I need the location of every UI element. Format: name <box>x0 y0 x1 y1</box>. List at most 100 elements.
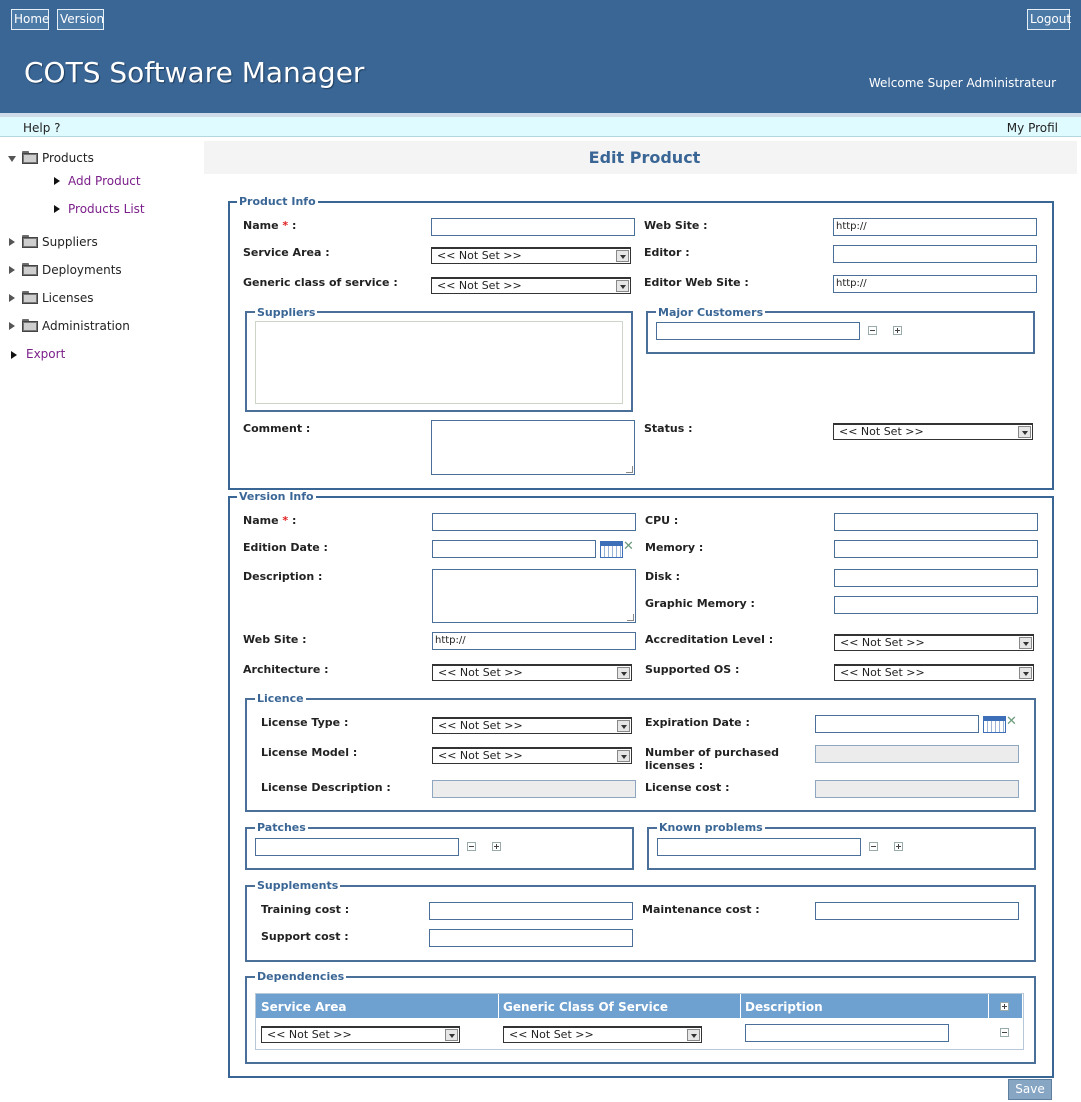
graphic-memory-input[interactable] <box>834 596 1038 614</box>
editor-label: Editor : <box>644 246 690 259</box>
folder-icon <box>22 291 38 304</box>
graphic-memory-label: Graphic Memory : <box>645 597 755 610</box>
maintenance-cost-label: Maintenance cost : <box>642 903 760 916</box>
product-name-input[interactable] <box>431 218 635 236</box>
chevron-down-icon <box>616 250 629 262</box>
version-web-site-input[interactable]: http:// <box>432 632 636 650</box>
minus-icon[interactable] <box>1000 1028 1009 1037</box>
plus-icon[interactable] <box>1000 1002 1009 1011</box>
patch-input[interactable] <box>255 838 459 856</box>
web-site-input[interactable]: http:// <box>833 218 1037 236</box>
version-button[interactable]: Version <box>57 9 104 30</box>
supported-os-select[interactable]: << Not Set >> <box>834 664 1034 681</box>
sidebar-item-add-product[interactable]: Add Product <box>68 174 141 188</box>
bullet-arrow-icon <box>54 205 60 213</box>
license-cost-label: License cost : <box>645 781 730 794</box>
sidebar-item-products-list[interactable]: Products List <box>68 202 145 216</box>
logout-button[interactable]: Logout <box>1027 9 1071 30</box>
chevron-down-icon <box>687 1029 700 1041</box>
license-model-select[interactable]: << Not Set >> <box>432 747 632 764</box>
license-type-select[interactable]: << Not Set >> <box>432 717 632 734</box>
expand-arrow-icon[interactable] <box>9 294 15 302</box>
known-problem-input[interactable] <box>657 838 861 856</box>
major-customer-input[interactable] <box>656 322 860 340</box>
cpu-input[interactable] <box>834 513 1038 531</box>
save-button[interactable]: Save <box>1008 1079 1052 1100</box>
version-name-input[interactable] <box>432 513 636 531</box>
sidebar-item-deployments[interactable]: Deployments <box>42 263 122 277</box>
editor-input[interactable] <box>833 245 1037 263</box>
suppliers-listbox[interactable] <box>255 321 623 404</box>
accreditation-level-label: Accreditation Level : <box>645 633 774 646</box>
clear-date-icon[interactable]: ✕ <box>1006 715 1017 728</box>
version-info-legend: Version Info <box>237 490 316 503</box>
memory-input[interactable] <box>834 540 1038 558</box>
folder-icon <box>22 263 38 276</box>
plus-icon[interactable] <box>893 326 902 335</box>
comment-textarea[interactable] <box>431 420 635 475</box>
expand-arrow-icon[interactable] <box>9 322 15 330</box>
editor-web-site-input[interactable]: http:// <box>833 275 1037 293</box>
calendar-icon[interactable] <box>983 716 1006 733</box>
status-select[interactable]: << Not Set >> <box>833 423 1033 440</box>
column-header-description: Description <box>745 1000 823 1014</box>
architecture-label: Architecture : <box>243 663 329 676</box>
minus-icon[interactable] <box>868 326 877 335</box>
sidebar-item-products[interactable]: Products <box>42 151 94 165</box>
dependencies-legend: Dependencies <box>255 970 347 983</box>
sub-toolbar <box>0 117 1081 137</box>
sidebar-item-suppliers[interactable]: Suppliers <box>42 235 98 249</box>
resize-grip-icon[interactable] <box>627 614 634 621</box>
required-mark: * <box>282 514 289 527</box>
edition-date-input[interactable] <box>432 540 596 558</box>
generic-class-select[interactable]: << Not Set >> <box>431 277 631 294</box>
supplements-legend: Supplements <box>255 879 341 892</box>
purchased-licenses-label: Number of purchased licenses : <box>645 746 780 772</box>
sidebar-item-administration[interactable]: Administration <box>42 319 130 333</box>
expiration-date-input[interactable] <box>815 715 979 733</box>
home-button[interactable]: Home <box>11 9 49 30</box>
bullet-arrow-icon <box>54 177 60 185</box>
dependency-generic-class-select[interactable]: << Not Set >> <box>503 1026 702 1043</box>
architecture-select[interactable]: << Not Set >> <box>432 664 632 681</box>
expand-arrow-icon[interactable] <box>9 238 15 246</box>
collapse-arrow-icon[interactable] <box>8 156 16 162</box>
training-cost-label: Training cost : <box>261 903 350 916</box>
clear-date-icon[interactable]: ✕ <box>623 540 634 553</box>
minus-icon[interactable] <box>869 842 878 851</box>
plus-icon[interactable] <box>894 842 903 851</box>
major-customers-legend: Major Customers <box>656 306 766 319</box>
accreditation-level-select[interactable]: << Not Set >> <box>834 634 1034 651</box>
sidebar-item-export[interactable]: Export <box>26 347 65 361</box>
maintenance-cost-input[interactable] <box>815 902 1019 920</box>
my-profile-link[interactable]: My Profil <box>1007 121 1058 135</box>
training-cost-input[interactable] <box>429 902 633 920</box>
description-textarea[interactable] <box>432 569 636 623</box>
disk-input[interactable] <box>834 569 1038 587</box>
dependency-description-input[interactable] <box>745 1024 949 1042</box>
license-type-label: License Type : <box>261 716 349 729</box>
expiration-date-label: Expiration Date : <box>645 716 750 729</box>
version-name-label: Name * : <box>243 514 297 527</box>
folder-icon <box>22 235 38 248</box>
chevron-down-icon <box>617 667 630 679</box>
cpu-label: CPU : <box>645 514 679 527</box>
suppliers-legend: Suppliers <box>255 306 318 319</box>
dependency-service-area-select[interactable]: << Not Set >> <box>261 1026 460 1043</box>
support-cost-input[interactable] <box>429 929 633 947</box>
resize-grip-icon[interactable] <box>626 466 633 473</box>
supplements-fieldset <box>245 885 1036 962</box>
license-description-input <box>432 780 636 798</box>
expand-arrow-icon[interactable] <box>9 266 15 274</box>
help-link[interactable]: Help ? <box>23 121 61 135</box>
calendar-icon[interactable] <box>600 541 623 558</box>
minus-icon[interactable] <box>467 842 476 851</box>
edition-date-label: Edition Date : <box>243 541 328 554</box>
known-problems-legend: Known problems <box>657 821 765 834</box>
web-site-label: Web Site : <box>644 219 708 232</box>
plus-icon[interactable] <box>492 842 501 851</box>
comment-label: Comment : <box>243 422 311 435</box>
service-area-select[interactable]: << Not Set >> <box>431 247 631 264</box>
folder-icon <box>22 319 38 332</box>
sidebar-item-licenses[interactable]: Licenses <box>42 291 94 305</box>
